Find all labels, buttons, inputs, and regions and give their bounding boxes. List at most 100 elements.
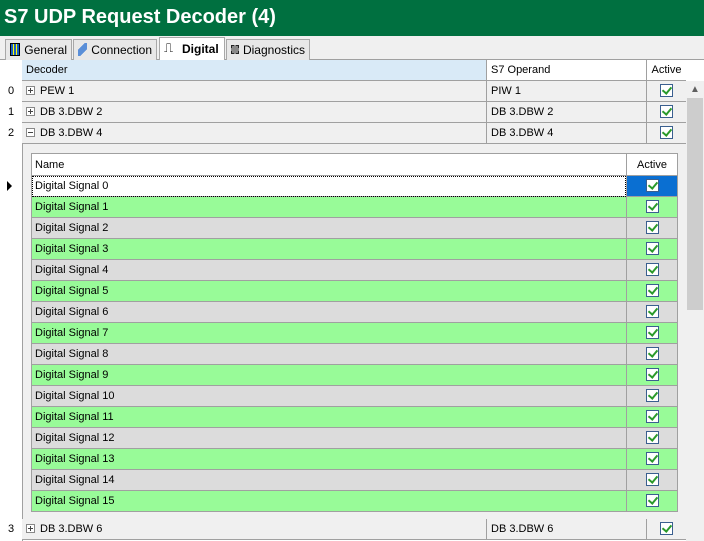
active-checkbox[interactable] (660, 126, 673, 139)
signal-name[interactable]: Digital Signal 13 (32, 449, 626, 470)
scrollbar-thumb[interactable] (687, 98, 703, 310)
active-checkbox[interactable] (645, 410, 659, 423)
signal-row[interactable]: Digital Signal 4 (32, 260, 677, 281)
active-checkbox[interactable] (645, 305, 659, 318)
active-checkbox[interactable] (645, 389, 659, 402)
active-checkbox[interactable] (645, 179, 659, 192)
signal-name[interactable]: Digital Signal 4 (32, 260, 626, 281)
expand-icon[interactable] (26, 86, 35, 95)
decoder-name: DB 3.DBW 6 (40, 523, 103, 535)
active-cell (646, 102, 686, 123)
active-checkbox[interactable] (645, 263, 659, 276)
column-header-active[interactable]: Active (646, 60, 686, 81)
signal-active-cell (626, 470, 677, 491)
signal-name[interactable]: Digital Signal 15 (32, 491, 626, 512)
signal-active-cell (626, 281, 677, 302)
current-row-indicator-icon (7, 181, 12, 191)
active-checkbox[interactable] (660, 105, 673, 118)
column-header-operand[interactable]: S7 Operand (486, 60, 646, 81)
signal-name[interactable]: Digital Signal 6 (32, 302, 626, 323)
active-checkbox[interactable] (660, 522, 673, 535)
signal-name[interactable]: Digital Signal 2 (32, 218, 626, 239)
signal-row[interactable]: Digital Signal 0 (32, 176, 677, 197)
decoder-name: DB 3.DBW 2 (40, 106, 103, 118)
signal-row[interactable]: Digital Signal 12 (32, 428, 677, 449)
active-cell (646, 123, 686, 144)
tab-connection[interactable]: Connection (73, 39, 157, 60)
active-checkbox[interactable] (645, 368, 659, 381)
decoder-row[interactable]: 2 DB 3.DBW 4 DB 3.DBW 4 (0, 123, 686, 144)
signal-row[interactable]: Digital Signal 10 (32, 386, 677, 407)
column-header-active[interactable]: Active (626, 154, 677, 176)
detail-grid: Name Active Digital Signal 0 Digital Sig… (31, 153, 678, 512)
active-checkbox[interactable] (645, 326, 659, 339)
signal-row[interactable]: Digital Signal 9 (32, 365, 677, 386)
detail-grid-header: Name Active (32, 154, 677, 176)
active-checkbox[interactable] (645, 200, 659, 213)
signal-row[interactable]: Digital Signal 14 (32, 470, 677, 491)
signal-name[interactable]: Digital Signal 11 (32, 407, 626, 428)
operand-cell[interactable]: DB 3.DBW 4 (486, 123, 646, 144)
signal-row[interactable]: Digital Signal 7 (32, 323, 677, 344)
signal-name[interactable]: Digital Signal 14 (32, 470, 626, 491)
tab-diagnostics[interactable]: Diagnostics (226, 39, 310, 60)
signal-active-cell (626, 260, 677, 281)
signal-name[interactable]: Digital Signal 9 (32, 365, 626, 386)
vertical-scrollbar[interactable]: ▲ (686, 81, 704, 541)
operand-cell[interactable]: PIW 1 (486, 81, 646, 102)
signal-name[interactable]: Digital Signal 12 (32, 428, 626, 449)
column-header-decoder[interactable]: Decoder (22, 60, 486, 81)
signal-row[interactable]: Digital Signal 2 (32, 218, 677, 239)
signal-name[interactable]: Digital Signal 7 (32, 323, 626, 344)
signal-name[interactable]: Digital Signal 10 (32, 386, 626, 407)
active-checkbox[interactable] (645, 494, 659, 507)
signal-row[interactable]: Digital Signal 11 (32, 407, 677, 428)
signal-row[interactable]: Digital Signal 15 (32, 491, 677, 512)
decoder-cell[interactable]: DB 3.DBW 6 (22, 519, 486, 540)
tab-general[interactable]: General (5, 39, 72, 60)
column-header-name[interactable]: Name (32, 154, 626, 176)
signal-row[interactable]: Digital Signal 5 (32, 281, 677, 302)
tab-label: General (24, 43, 67, 57)
decoder-row[interactable]: 3 DB 3.DBW 6 DB 3.DBW 6 (0, 519, 686, 540)
active-checkbox[interactable] (645, 473, 659, 486)
scroll-up-icon[interactable]: ▲ (686, 81, 704, 98)
decoder-row[interactable]: 0 PEW 1 PIW 1 (0, 81, 686, 102)
signal-active-cell (626, 407, 677, 428)
operand-cell[interactable]: DB 3.DBW 6 (486, 519, 646, 540)
signal-row[interactable]: Digital Signal 6 (32, 302, 677, 323)
tab-digital[interactable]: ⎍ Digital (159, 37, 225, 61)
decoder-cell[interactable]: DB 3.DBW 2 (22, 102, 486, 123)
active-checkbox[interactable] (645, 431, 659, 444)
signal-active-cell (626, 239, 677, 260)
active-checkbox[interactable] (645, 452, 659, 465)
signal-active-cell (626, 218, 677, 239)
signal-row[interactable]: Digital Signal 8 (32, 344, 677, 365)
row-index: 3 (0, 519, 22, 540)
signal-row[interactable]: Digital Signal 13 (32, 449, 677, 470)
decoder-name: DB 3.DBW 4 (40, 127, 103, 139)
active-checkbox[interactable] (645, 242, 659, 255)
expand-icon[interactable] (26, 524, 35, 533)
decoder-cell[interactable]: PEW 1 (22, 81, 486, 102)
signal-row[interactable]: Digital Signal 1 (32, 197, 677, 218)
signal-active-cell (626, 323, 677, 344)
row-index: 2 (0, 123, 22, 144)
signal-name[interactable]: Digital Signal 5 (32, 281, 626, 302)
decoder-cell[interactable]: DB 3.DBW 4 (22, 123, 486, 144)
decoder-row[interactable]: 1 DB 3.DBW 2 DB 3.DBW 2 (0, 102, 686, 123)
active-checkbox[interactable] (645, 347, 659, 360)
signal-name[interactable]: Digital Signal 1 (32, 197, 626, 218)
expand-icon[interactable] (26, 107, 35, 116)
window-title: S7 UDP Request Decoder (4) (0, 0, 704, 36)
operand-cell[interactable]: DB 3.DBW 2 (486, 102, 646, 123)
signal-name[interactable]: Digital Signal 0 (32, 176, 626, 197)
active-checkbox[interactable] (645, 284, 659, 297)
active-checkbox[interactable] (660, 84, 673, 97)
signal-row[interactable]: Digital Signal 3 (32, 239, 677, 260)
active-checkbox[interactable] (645, 221, 659, 234)
signal-name[interactable]: Digital Signal 3 (32, 239, 626, 260)
signal-active-cell (626, 176, 677, 197)
signal-name[interactable]: Digital Signal 8 (32, 344, 626, 365)
collapse-icon[interactable] (26, 128, 35, 137)
